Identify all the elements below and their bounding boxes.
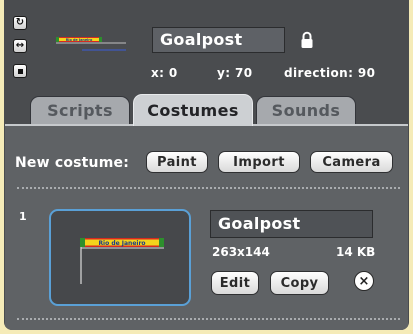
scratch-sprite-panel: ↻ ↔ Rio de Janeiro Goalpost x: 0 y: 70 d… xyxy=(4,0,409,330)
rotate-all-around-button[interactable]: ↻ xyxy=(13,16,27,30)
sprite-x-readout: x: 0 xyxy=(151,66,178,80)
paint-button[interactable]: Paint xyxy=(146,151,208,173)
banner-end-right xyxy=(99,37,102,42)
divider xyxy=(17,318,400,320)
square-icon xyxy=(17,68,23,74)
copy-costume-button[interactable]: Copy xyxy=(270,271,329,295)
delete-costume-button[interactable]: × xyxy=(354,271,374,291)
edit-costume-button[interactable]: Edit xyxy=(211,271,259,295)
tab-costumes[interactable]: Costumes xyxy=(133,94,253,126)
banner-end-right xyxy=(159,238,164,247)
banner-text: Rio de Janeiro xyxy=(66,38,93,42)
import-button[interactable]: Import xyxy=(218,151,300,173)
sprite-y-readout: y: 70 xyxy=(217,66,253,80)
costume-file-size: 14 KB xyxy=(336,245,376,259)
costume-thumbnail[interactable]: Rio de Janeiro xyxy=(49,209,191,306)
sprite-thumbnail[interactable]: Rio de Janeiro xyxy=(52,28,128,62)
rotate-icon: ↻ xyxy=(15,17,25,28)
close-icon: × xyxy=(358,273,370,289)
goalpost-image: Rio de Janeiro xyxy=(80,238,164,284)
camera-button[interactable]: Camera xyxy=(310,151,393,173)
lock-icon[interactable] xyxy=(300,31,314,49)
banner-text: Rio de Janeiro xyxy=(98,240,145,247)
left-right-flip-button[interactable]: ↔ xyxy=(13,39,27,53)
banner-end-left xyxy=(56,37,59,42)
new-costume-label: New costume: xyxy=(15,155,130,171)
left-right-arrow-icon: ↔ xyxy=(15,40,25,51)
divider xyxy=(17,187,400,189)
costume-name-field[interactable]: Goalpost xyxy=(210,210,373,238)
costume-dimensions: 263x144 xyxy=(212,245,270,259)
costume-number: 1 xyxy=(19,210,27,223)
dont-rotate-button[interactable] xyxy=(13,64,27,78)
tab-scripts[interactable]: Scripts xyxy=(30,96,130,124)
banner-end-left xyxy=(80,238,85,247)
sprite-name-field[interactable]: Goalpost xyxy=(152,27,285,53)
sprite-direction-readout: direction: 90 xyxy=(284,66,376,80)
tab-sounds[interactable]: Sounds xyxy=(256,96,356,124)
costumes-pane: New costume: Paint Import Camera 1 Rio d… xyxy=(5,124,408,330)
